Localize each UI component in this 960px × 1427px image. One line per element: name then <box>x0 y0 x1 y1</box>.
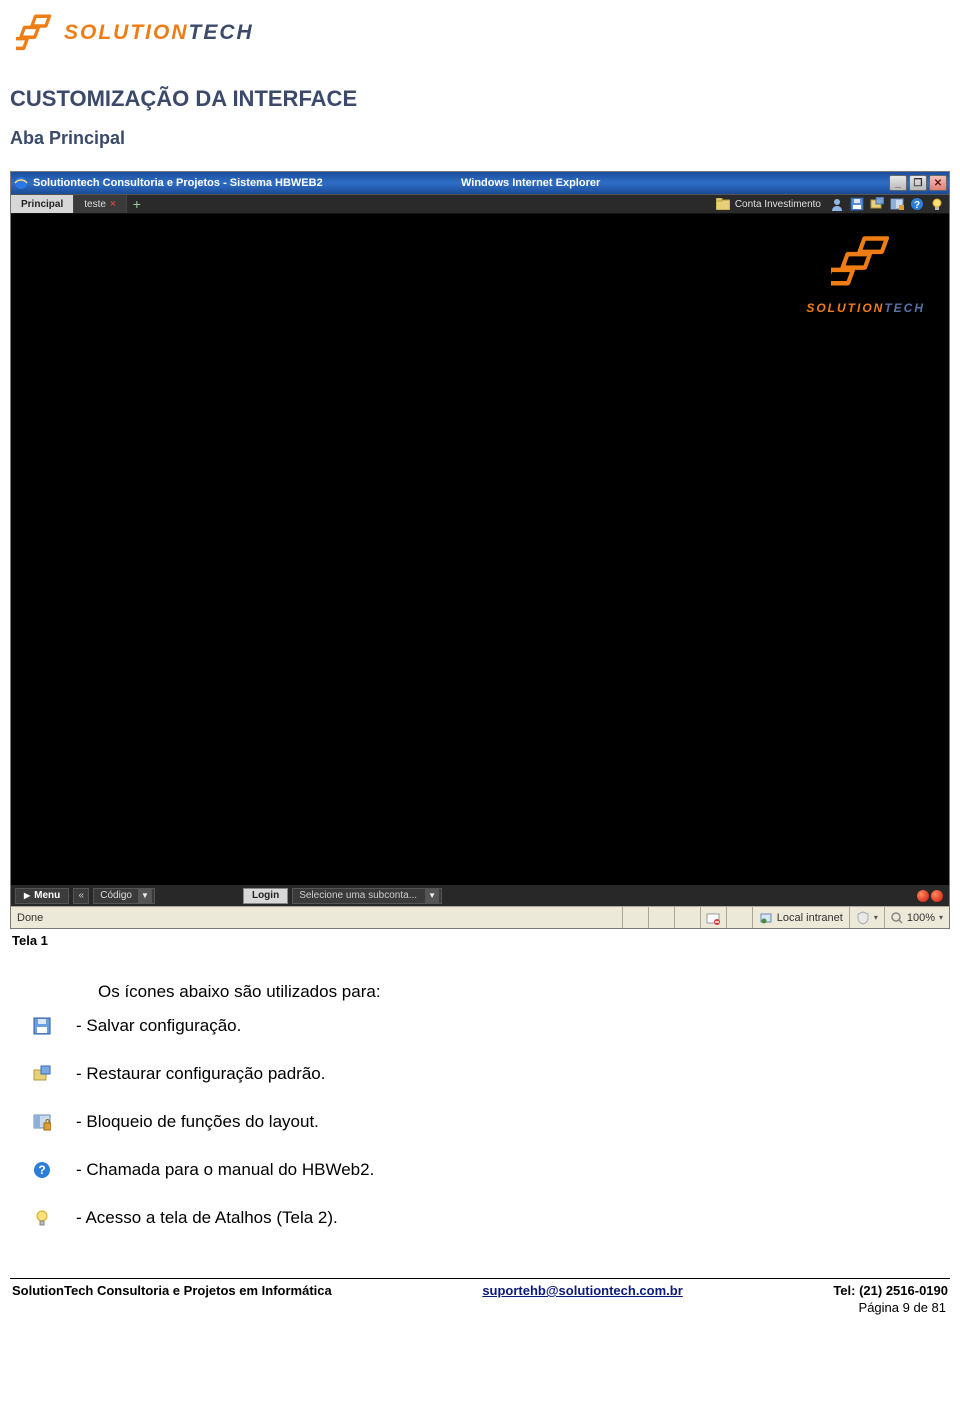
tab-principal[interactable]: Principal <box>11 195 74 213</box>
legend-label: - Chamada para o manual do HBWeb2. <box>76 1160 374 1180</box>
lightbulb-icon[interactable] <box>929 196 945 212</box>
status-done: Done <box>11 912 622 924</box>
tab-label: teste <box>84 199 106 210</box>
codigo-label: Código <box>100 890 132 901</box>
ie-icon <box>13 175 29 191</box>
svg-text:?: ? <box>38 1163 45 1177</box>
save-icon <box>32 1016 52 1036</box>
footer-pageno: Página 9 de 81 <box>10 1298 950 1327</box>
dropdown-icon: ▼ <box>425 889 439 903</box>
collapse-button[interactable]: « <box>73 888 89 904</box>
menu-label: Menu <box>34 890 60 901</box>
account-folder-icon <box>715 196 731 212</box>
menu-button[interactable]: ▶ Menu <box>15 888 69 904</box>
window-title-center: Windows Internet Explorer <box>461 177 889 189</box>
window-title-left: Solutiontech Consultoria e Projetos - Si… <box>33 177 461 189</box>
app-tabbar: Principal teste × + Conta Investimento <box>11 194 949 214</box>
legend-label: - Restaurar configuração padrão. <box>76 1064 325 1084</box>
legend-item: - Acesso a tela de Atalhos (Tela 2). <box>32 1208 950 1228</box>
status-cell-empty <box>726 907 752 928</box>
tab-teste[interactable]: teste × <box>74 195 127 213</box>
tab-close-icon[interactable]: × <box>110 199 116 210</box>
ie-statusbar: Done Local intranet ▾ 100% ▾ <box>11 906 949 928</box>
subaccount-label: Selecione uma subconta... <box>299 890 417 901</box>
viewport-brand: SOLUTIONTECH <box>806 301 925 315</box>
restore-button[interactable]: ❐ <box>909 175 927 191</box>
zoom-icon <box>891 912 903 924</box>
legend-item: - Bloqueio de funções do layout. <box>32 1112 950 1132</box>
user-icon[interactable] <box>829 196 845 212</box>
app-bottombar: ▶ Menu « Código ▼ Login Selecione uma su… <box>11 884 949 906</box>
status-dots <box>917 890 945 902</box>
window-titlebar: Solutiontech Consultoria e Projetos - Si… <box>11 172 949 194</box>
help-icon[interactable]: ? <box>909 196 925 212</box>
legend-list: - Salvar configuração. - Restaurar confi… <box>32 1016 950 1228</box>
legend-item: ? - Chamada para o manual do HBWeb2. <box>32 1160 950 1180</box>
logo-glyph-icon <box>831 234 901 290</box>
subsection-title: Aba Principal <box>10 128 950 149</box>
footer-email-link[interactable]: suportehb@solutiontech.com.br <box>482 1283 682 1298</box>
status-dot-icon <box>931 890 943 902</box>
login-label: Login <box>252 890 279 901</box>
security-zone[interactable]: Local intranet <box>752 907 849 928</box>
intranet-icon <box>759 911 773 925</box>
page-footer: SolutionTech Consultoria e Projetos em I… <box>10 1278 950 1298</box>
legend-item: - Salvar configuração. <box>32 1016 950 1036</box>
viewport-logo: SOLUTIONTECH <box>806 234 925 315</box>
shield-icon <box>856 911 870 925</box>
logo-text: SOLUTIONTECH <box>64 21 254 45</box>
legend-label: - Acesso a tela de Atalhos (Tela 2). <box>76 1208 338 1228</box>
tab-label: Principal <box>21 199 63 210</box>
legend-label: - Bloqueio de funções do layout. <box>76 1112 319 1132</box>
add-tab-button[interactable]: + <box>127 195 147 213</box>
svg-text:?: ? <box>914 200 920 211</box>
close-button[interactable]: ✕ <box>929 175 947 191</box>
zoom-control[interactable]: 100% ▾ <box>884 907 949 928</box>
play-icon: ▶ <box>24 891 30 900</box>
status-cell-empty <box>648 907 674 928</box>
subaccount-combo[interactable]: Selecione uma subconta... ▼ <box>292 888 442 904</box>
protected-mode-cell[interactable]: ▾ <box>849 907 884 928</box>
dropdown-icon: ▼ <box>138 889 152 903</box>
figure-caption: Tela 1 <box>12 933 950 948</box>
minimize-button[interactable]: _ <box>889 175 907 191</box>
save-icon[interactable] <box>849 196 865 212</box>
section-title: CUSTOMIZAÇÃO DA INTERFACE <box>10 86 950 112</box>
account-label: Conta Investimento <box>735 199 821 210</box>
legend-item: - Restaurar configuração padrão. <box>32 1064 950 1084</box>
lock-layout-icon[interactable] <box>889 196 905 212</box>
footer-tel: Tel: (21) 2516-0190 <box>833 1283 948 1298</box>
codigo-combo[interactable]: Código ▼ <box>93 888 155 904</box>
status-cell-empty <box>674 907 700 928</box>
window-controls: _ ❐ ✕ <box>889 175 947 191</box>
app-viewport: SOLUTIONTECH <box>11 214 949 884</box>
restore-config-icon <box>32 1064 52 1084</box>
lightbulb-icon <box>32 1208 52 1228</box>
status-cell-empty <box>622 907 648 928</box>
footer-company: SolutionTech Consultoria e Projetos em I… <box>12 1283 332 1298</box>
header-logo: SOLUTIONTECH <box>10 8 950 60</box>
dropdown-icon: ▾ <box>874 913 878 922</box>
zone-label: Local intranet <box>777 912 843 924</box>
lock-layout-icon <box>32 1112 52 1132</box>
legend-label: - Salvar configuração. <box>76 1016 241 1036</box>
help-icon: ? <box>32 1160 52 1180</box>
restore-config-icon[interactable] <box>869 196 885 212</box>
login-button[interactable]: Login <box>243 888 288 904</box>
popup-blocked-icon[interactable] <box>700 907 726 928</box>
zoom-label: 100% <box>907 912 935 924</box>
logo-glyph-icon <box>16 12 58 54</box>
dropdown-icon: ▾ <box>939 913 943 922</box>
legend-intro: Os ícones abaixo são utilizados para: <box>98 982 950 1002</box>
app-window: Solutiontech Consultoria e Projetos - Si… <box>10 171 950 929</box>
status-dot-icon <box>917 890 929 902</box>
